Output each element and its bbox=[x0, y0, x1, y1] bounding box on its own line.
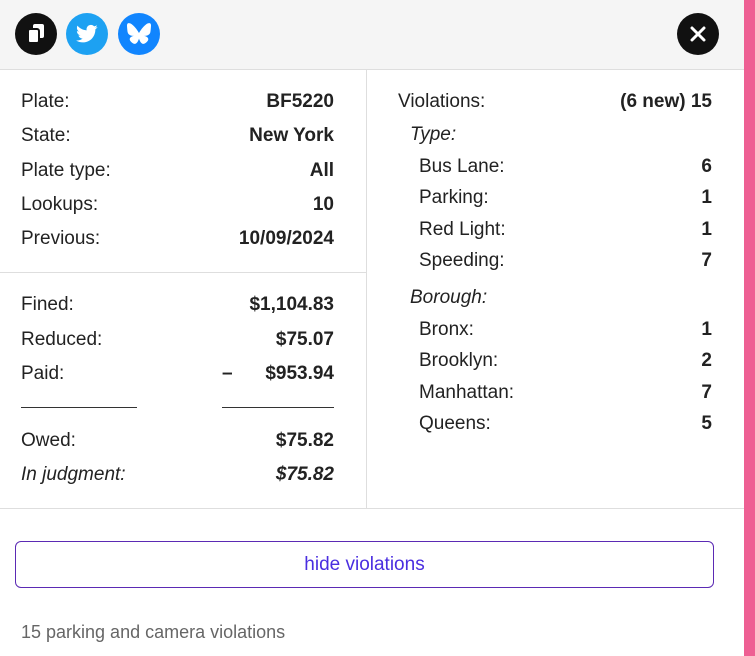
owed-value: $75.82 bbox=[275, 430, 334, 451]
owed-row: Owed: $75.82 bbox=[21, 428, 334, 454]
state-label: State: bbox=[21, 125, 71, 146]
plate-type-label: Plate type: bbox=[21, 160, 111, 181]
violations-total: (6 new) 15 bbox=[620, 91, 712, 112]
type-label: Parking: bbox=[419, 187, 489, 208]
type-heading: Type: bbox=[410, 124, 457, 145]
borough-row: Queens: 5 bbox=[419, 411, 712, 437]
bluesky-icon bbox=[127, 23, 151, 44]
borough-count: 5 bbox=[701, 413, 712, 434]
copy-icon bbox=[27, 24, 44, 44]
borough-row: Brooklyn: 2 bbox=[419, 348, 712, 374]
plate-summary-card: Plate: BF5220 State: New York Plate type… bbox=[0, 0, 744, 656]
type-count: 1 bbox=[701, 187, 712, 208]
type-count: 1 bbox=[701, 219, 712, 240]
paid-row: Paid: $953.94 bbox=[21, 361, 334, 387]
paid-minus-sign: – bbox=[222, 363, 233, 384]
paid-value: $953.94 bbox=[265, 363, 334, 384]
sum-rule-right bbox=[222, 407, 334, 408]
owed-label: Owed: bbox=[21, 430, 76, 451]
judgment-label: In judgment: bbox=[21, 464, 126, 485]
borough-label: Brooklyn: bbox=[419, 350, 499, 371]
twitter-icon bbox=[76, 24, 98, 43]
type-label: Bus Lane: bbox=[419, 156, 505, 177]
borough-count: 7 bbox=[701, 382, 712, 403]
twitter-share-button[interactable] bbox=[66, 13, 108, 55]
type-label: Speeding: bbox=[419, 250, 505, 271]
side-accent-bar bbox=[744, 0, 755, 656]
borough-row: Bronx: 1 bbox=[419, 317, 712, 343]
type-row: Red Light: 1 bbox=[419, 217, 712, 243]
bluesky-share-button[interactable] bbox=[118, 13, 160, 55]
borough-heading: Borough: bbox=[410, 287, 488, 308]
previous-value: 10/09/2024 bbox=[238, 228, 334, 249]
type-count: 7 bbox=[701, 250, 712, 271]
previous-row: Previous: 10/09/2024 bbox=[21, 226, 334, 252]
fined-row: Fined: $1,104.83 bbox=[21, 292, 334, 318]
reduced-row: Reduced: $75.07 bbox=[21, 327, 334, 353]
paid-label: Paid: bbox=[21, 363, 65, 384]
state-value: New York bbox=[249, 125, 334, 146]
borough-label: Manhattan: bbox=[419, 382, 515, 403]
borough-label: Queens: bbox=[419, 413, 491, 434]
reduced-value: $75.07 bbox=[275, 329, 334, 350]
borough-count: 2 bbox=[701, 350, 712, 371]
copy-button[interactable] bbox=[15, 13, 57, 55]
violations-summary-text: 15 parking and camera violations bbox=[21, 622, 286, 642]
judgment-row: In judgment: $75.82 bbox=[21, 462, 334, 488]
fined-value: $1,104.83 bbox=[249, 294, 334, 315]
plate-value: BF5220 bbox=[266, 91, 334, 112]
borough-label: Bronx: bbox=[419, 319, 474, 340]
plate-type-value: All bbox=[309, 160, 334, 181]
violations-total-row: Violations: (6 new) 15 bbox=[398, 89, 712, 115]
type-row: Speeding: 7 bbox=[419, 248, 712, 274]
plate-label: Plate: bbox=[21, 91, 70, 112]
judgment-value: $75.82 bbox=[275, 464, 334, 485]
state-row: State: New York bbox=[21, 123, 334, 149]
violations-label: Violations: bbox=[398, 91, 486, 112]
lookups-value: 10 bbox=[312, 194, 334, 215]
sum-rule-left bbox=[21, 407, 137, 408]
plate-row: Plate: BF5220 bbox=[21, 89, 334, 115]
borough-count: 1 bbox=[701, 319, 712, 340]
share-toolbar bbox=[0, 0, 744, 70]
fined-label: Fined: bbox=[21, 294, 74, 315]
section-divider bbox=[0, 272, 366, 273]
type-count: 6 bbox=[701, 156, 712, 177]
previous-label: Previous: bbox=[21, 228, 101, 249]
reduced-label: Reduced: bbox=[21, 329, 103, 350]
type-row: Parking: 1 bbox=[419, 185, 712, 211]
hide-violations-button[interactable]: hide violations bbox=[15, 541, 714, 588]
lookups-row: Lookups: 10 bbox=[21, 192, 334, 218]
type-label: Red Light: bbox=[419, 219, 506, 240]
close-button[interactable] bbox=[677, 13, 719, 55]
type-row: Bus Lane: 6 bbox=[419, 154, 712, 180]
plate-type-row: Plate type: All bbox=[21, 158, 334, 184]
lookups-label: Lookups: bbox=[21, 194, 99, 215]
borough-row: Manhattan: 7 bbox=[419, 380, 712, 406]
card-divider bbox=[0, 508, 744, 509]
close-icon bbox=[690, 26, 706, 42]
